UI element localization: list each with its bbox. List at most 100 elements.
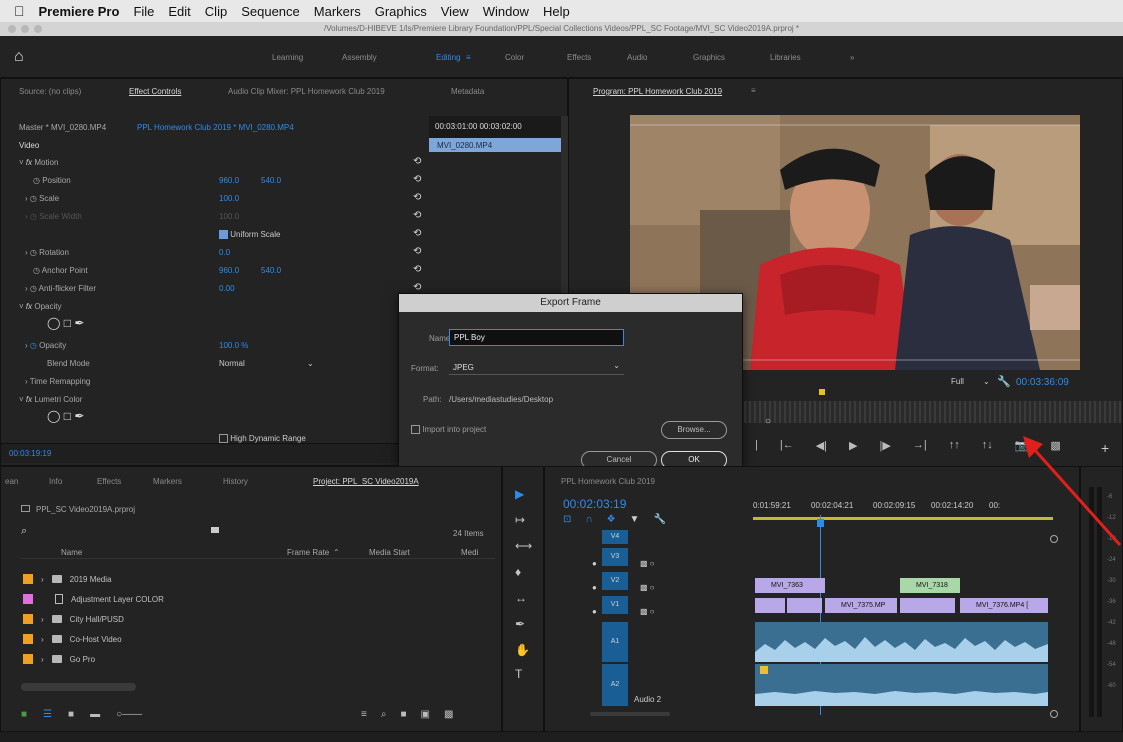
fx-motion[interactable]: ˅ fx Motion [19,158,58,167]
project-hscrollbar[interactable] [21,683,136,691]
chevron-right-icon[interactable]: › [41,635,44,644]
reset-icon[interactable]: ⟲ [413,156,421,167]
menu-help[interactable]: Help [543,4,570,19]
extract-icon[interactable]: ↑↓ [982,439,993,452]
timeline-settings-icon[interactable]: 🔧 [653,514,665,525]
add-marker-icon[interactable]: ❖ [607,514,616,525]
reset-icon[interactable]: ⟲ [413,210,421,221]
fx-opacity-value-row[interactable]: › ◷ Opacity [25,341,66,350]
anchor-y-value[interactable]: 540.0 [261,266,281,275]
tab-learning[interactable]: Learning [272,53,303,62]
reset-icon[interactable]: ⟲ [413,264,421,275]
apple-icon[interactable]:  [14,3,25,19]
sort-icon[interactable]: ⌃ [333,548,340,557]
scroll-handle-icon[interactable] [1050,710,1058,718]
go-to-out-icon[interactable]: →| [913,439,927,452]
reset-icon[interactable]: ⟲ [413,246,421,257]
tab-audio-clip-mixer[interactable]: Audio Clip Mixer: PPL Homework Club 2019 [228,87,385,96]
reset-icon[interactable]: ⟲ [413,192,421,203]
track-a2[interactable]: A2 [602,664,628,706]
list-item[interactable]: Adjustment Layer COLOR [23,589,164,609]
sync-lock-icon[interactable]: ▩ ○ [640,552,655,576]
timeline-ruler[interactable]: 0:01:59:21 00:02:04:21 00:02:09:15 00:02… [753,497,1053,515]
mark-out-icon[interactable]: | [755,439,758,452]
list-item[interactable]: › City Hall/PUSD [23,609,124,629]
program-title[interactable]: Program: PPL Homework Club 2019 [593,87,722,96]
more-workspaces-icon[interactable]: » [850,53,854,62]
fx-lumetri-color[interactable]: ˅ fx Lumetri Color [19,395,82,404]
menu-edit[interactable]: Edit [168,4,190,19]
column-frame-rate[interactable]: Frame Rate [287,548,329,557]
column-name[interactable]: Name [61,548,82,557]
program-scrub-bar[interactable] [744,401,1122,423]
tab-source[interactable]: Source: (no clips) [19,87,81,96]
clip-mvi-7318[interactable]: MVI_7318 [900,578,960,593]
step-forward-icon[interactable]: |▶ [880,439,891,452]
current-time[interactable]: 00:03:19:19 [9,449,51,458]
list-item[interactable]: › Go Pro [23,649,95,669]
track-v1[interactable]: V1 [602,596,628,614]
app-menu[interactable]: Premiere Pro [39,4,120,19]
fit-dropdown-icon[interactable]: ⌄ [983,377,990,386]
tab-color[interactable]: Color [505,53,524,62]
go-to-in-icon[interactable]: |← [780,439,794,452]
linked-selection-icon[interactable]: ∩ [585,514,592,525]
rotation-value[interactable]: 0.0 [219,248,230,257]
sequence-clip-link[interactable]: PPL Homework Club 2019 * MVI_0280.MP4 [137,123,294,132]
lock-icon[interactable]: ● [592,552,597,576]
anti-flicker-value[interactable]: 0.00 [219,284,235,293]
tab-history[interactable]: History [223,477,248,486]
menu-sequence[interactable]: Sequence [241,4,300,19]
fx-position[interactable]: ◷ Position [33,176,71,185]
menu-icon[interactable]: ≡ [466,53,471,62]
menu-clip[interactable]: Clip [205,4,227,19]
blend-mode-select[interactable]: Normal ⌄ [219,359,314,368]
name-input[interactable] [449,329,624,346]
zoom-slider[interactable]: ○—— [116,709,142,720]
snap-icon[interactable]: ⊡ [563,514,571,525]
tab-metadata[interactable]: Metadata [451,87,484,96]
browse-button[interactable]: Browse... [661,421,727,439]
tab-lumetri-scopes[interactable]: ean [5,477,18,486]
effect-clip-bar[interactable]: MVI_0280.MP4 [429,138,561,152]
window-controls[interactable] [8,25,42,33]
timeline-timecode[interactable]: 00:02:03:19 [563,497,626,511]
lock-icon[interactable]: ● [592,576,597,600]
step-back-icon[interactable]: ◀| [816,439,827,452]
opacity-value[interactable]: 100.0 % [219,341,248,350]
tab-effect-controls[interactable]: Effect Controls [129,87,181,96]
audio-clip-a2[interactable] [755,664,1048,706]
tab-audio[interactable]: Audio [627,53,647,62]
wrench-icon[interactable]: 🔧 [997,375,1011,388]
tab-effects[interactable]: Effects [567,53,591,62]
track-v4[interactable]: V4 [602,530,628,544]
fx-anti-flicker[interactable]: › ◷ Anti-flicker Filter [25,284,96,293]
menu-graphics[interactable]: Graphics [375,4,427,19]
sync-lock-icon[interactable]: ▩ ○ [640,576,655,600]
track-a1[interactable]: A1 [602,622,628,662]
tab-effects[interactable]: Effects [97,477,121,486]
clip-v1-a[interactable] [755,598,785,613]
track-v2[interactable]: V2 [602,572,628,590]
sync-lock-icon[interactable]: ▩ ○ [640,600,655,624]
lumetri-mask-icons[interactable]: ◯ □ ✒ [47,409,84,423]
trash-icon[interactable]: ▩ [444,709,453,720]
lock-icon[interactable]: ■ [21,709,27,720]
slip-tool-icon[interactable]: ↔ [515,591,527,605]
chevron-right-icon[interactable]: › [41,655,44,664]
chevron-right-icon[interactable]: › [41,575,44,584]
clip-v1-c[interactable] [900,598,955,613]
anchor-x-value[interactable]: 960.0 [219,266,239,275]
lift-icon[interactable]: ↑↑ [949,439,960,452]
position-x-value[interactable]: 960.0 [219,176,239,185]
playhead-handle[interactable] [817,519,824,527]
tab-info[interactable]: Info [49,477,62,486]
effect-timeline-ruler[interactable]: 00:03:01:00 00:03:02:00 [429,116,561,138]
type-tool-icon[interactable]: T [515,667,522,681]
reset-icon[interactable]: ⟲ [413,228,421,239]
list-item[interactable]: › Co-Host Video [23,629,122,649]
list-item[interactable]: › 2019 Media [23,569,111,589]
import-checkbox[interactable]: Import into project [411,425,486,435]
fit-select[interactable]: Full [951,377,964,386]
audio-clip-a1[interactable] [755,622,1048,662]
